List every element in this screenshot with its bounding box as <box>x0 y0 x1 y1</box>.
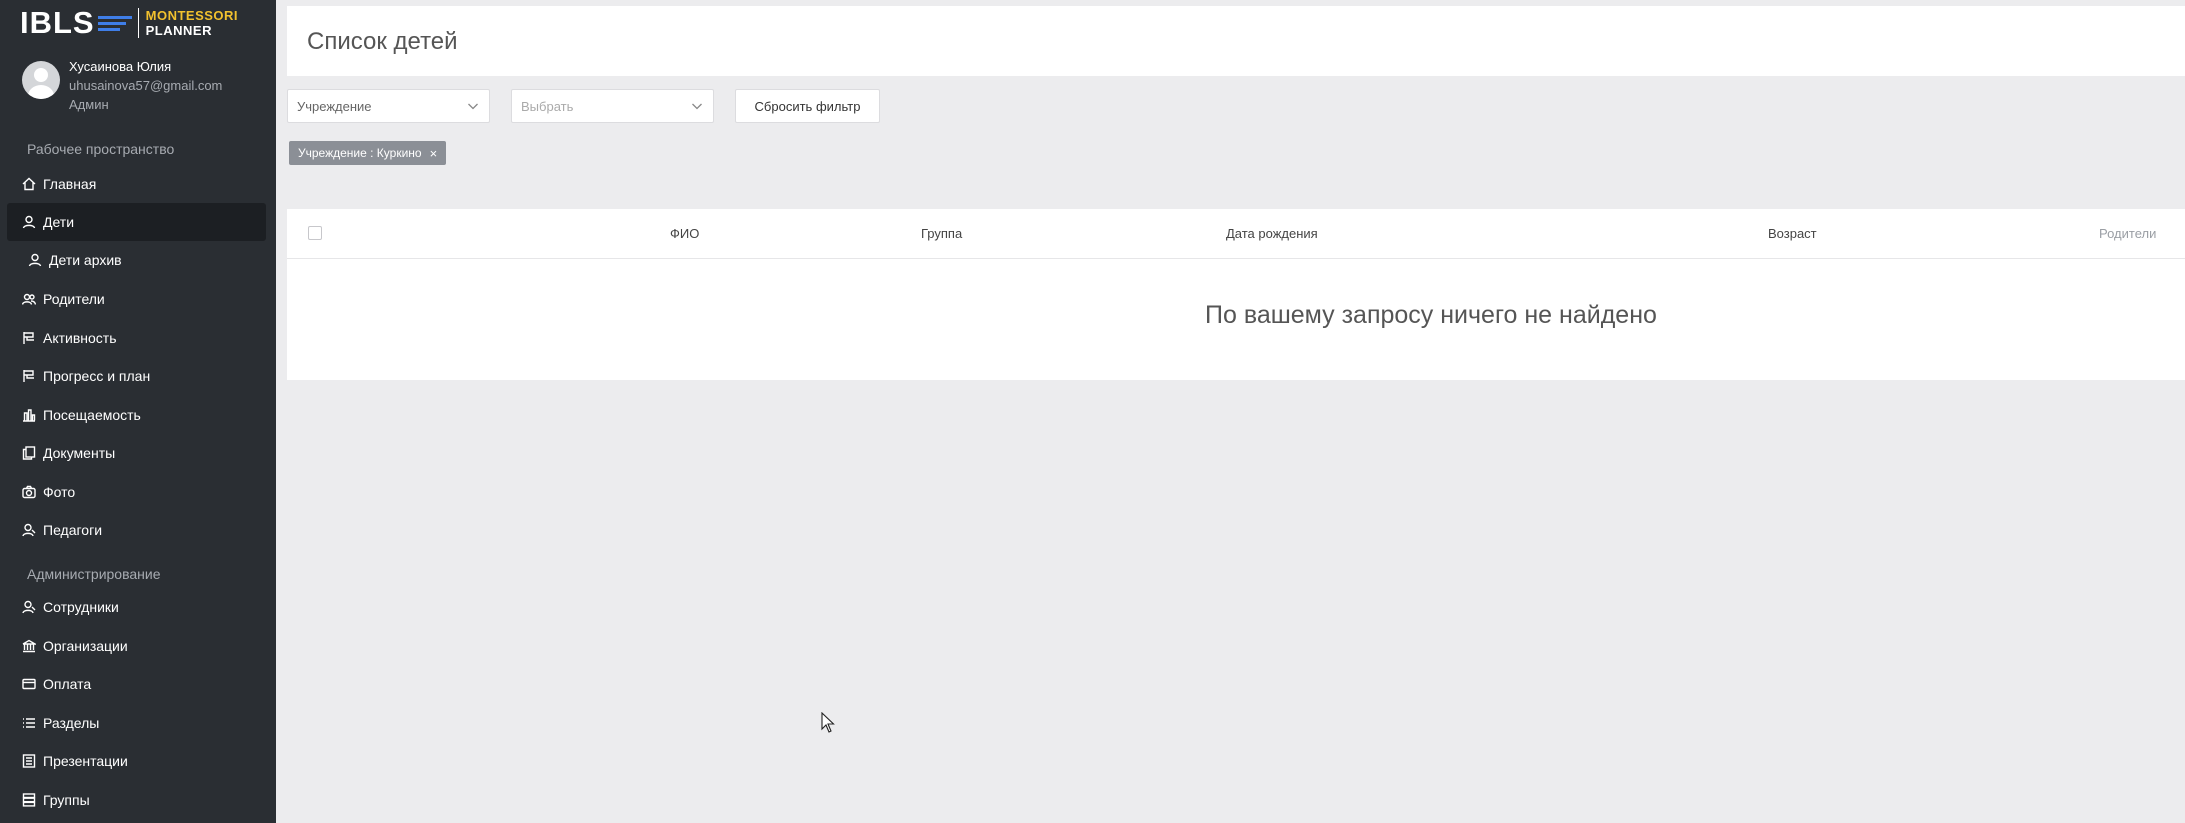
sidebar-item-teachers[interactable]: Педагоги <box>7 511 266 549</box>
profile-name: Хусаинова Юлия <box>69 59 172 74</box>
column-header-parents: Родители <box>2099 226 2157 241</box>
children-table: ФИО Группа Дата рождения Возраст Родител… <box>287 209 2185 380</box>
empty-state-message: По вашему запросу ничего не найдено <box>1205 301 1657 329</box>
sidebar-item-label: Презентации <box>43 753 128 769</box>
camera-icon <box>22 485 36 499</box>
teacher-icon <box>22 523 36 537</box>
column-header-age[interactable]: Возраст <box>1768 226 1817 241</box>
sidebar-item-label: Посещаемость <box>43 407 141 423</box>
sidebar-item-sections[interactable]: Разделы <box>7 704 266 742</box>
sidebar-item-label: Главная <box>43 176 97 192</box>
reset-filter-button[interactable]: Сбросить фильтр <box>735 89 880 123</box>
credit-card-icon <box>22 677 36 691</box>
sidebar: IBLS MONTESSORI PLANNER Хусаинова Юлия u… <box>0 0 276 823</box>
sidebar-item-label: Фото <box>43 484 76 500</box>
user-profile[interactable]: Хусаинова Юлия uhusainova57@gmail.com Ад… <box>22 57 222 114</box>
column-header-name[interactable]: ФИО <box>670 226 699 241</box>
sidebar-item-label: Группы <box>43 792 90 808</box>
institution-select-value: Учреждение <box>297 98 372 114</box>
active-filter-tag: Учреждение : Куркино × <box>289 141 447 165</box>
sidebar-item-label: Прогресс и план <box>43 368 151 384</box>
profile-info: Хусаинова Юлия uhusainova57@gmail.com Ад… <box>69 57 222 114</box>
chevron-down-icon <box>691 100 703 112</box>
close-icon[interactable]: × <box>430 146 438 161</box>
sidebar-item-label: Сотрудники <box>43 599 119 615</box>
sidebar-item-documents[interactable]: Документы <box>7 434 266 472</box>
sidebar-item-children-archive[interactable]: Дети архив <box>7 241 266 279</box>
bar-chart-icon <box>22 408 36 422</box>
chevron-down-icon <box>467 100 479 112</box>
logo-text: MONTESSORI PLANNER <box>146 8 238 38</box>
sidebar-item-children[interactable]: Дети <box>7 203 266 241</box>
stack-icon <box>22 793 36 807</box>
sidebar-item-label: Родители <box>43 291 105 307</box>
select-all-checkbox[interactable] <box>308 226 322 240</box>
institution-select[interactable]: Учреждение <box>287 89 490 123</box>
sidebar-item-payment[interactable]: Оплата <box>7 665 266 703</box>
sidebar-item-label: Документы <box>43 445 116 461</box>
sidebar-item-activity[interactable]: Активность <box>7 319 266 357</box>
page-title: Список детей <box>307 28 458 55</box>
staff-icon <box>22 600 36 614</box>
sidebar-item-staff[interactable]: Сотрудники <box>7 588 266 626</box>
home-icon <box>22 177 36 191</box>
sidebar-item-organizations[interactable]: Организации <box>7 627 266 665</box>
users-icon <box>22 292 36 306</box>
sidebar-item-label: Оплата <box>43 676 92 692</box>
sidebar-item-home[interactable]: Главная <box>7 165 266 203</box>
logo-line2: PLANNER <box>145 23 212 38</box>
workspace-section-title: Рабочее пространство <box>27 141 175 157</box>
user-icon <box>28 253 42 267</box>
active-filter-tag-label: Учреждение : Куркино <box>298 146 422 160</box>
sidebar-item-groups[interactable]: Группы <box>7 781 266 819</box>
document-icon <box>22 446 36 460</box>
presentation-icon <box>22 754 36 768</box>
flag-icon <box>22 369 36 383</box>
profile-role: Админ <box>69 97 109 112</box>
avatar[interactable] <box>22 61 60 99</box>
sidebar-item-progress[interactable]: Прогресс и план <box>7 357 266 395</box>
table-header: ФИО Группа Дата рождения Возраст Родител… <box>287 209 2185 259</box>
user-icon <box>22 215 36 229</box>
sidebar-item-label: Организации <box>43 638 128 654</box>
logo-wordmark: IBLS <box>20 5 95 40</box>
choose-select[interactable]: Выбрать <box>511 89 714 123</box>
building-icon <box>22 639 36 653</box>
logo-lines-icon <box>97 15 132 31</box>
sidebar-item-presentations[interactable]: Презентации <box>7 742 266 780</box>
admin-section-title: Администрирование <box>27 566 161 582</box>
choose-select-placeholder: Выбрать <box>521 98 574 114</box>
page-header: Список детей <box>287 6 2185 76</box>
logo-divider <box>137 8 139 38</box>
column-header-group[interactable]: Группа <box>921 226 962 241</box>
sidebar-item-parents[interactable]: Родители <box>7 280 266 318</box>
sidebar-item-photo[interactable]: Фото <box>7 473 266 511</box>
list-icon <box>22 716 36 730</box>
sidebar-item-label: Разделы <box>43 715 100 731</box>
mouse-cursor-icon <box>821 712 835 733</box>
sidebar-item-label: Дети <box>43 214 75 230</box>
profile-email: uhusainova57@gmail.com <box>69 78 223 93</box>
sidebar-item-attendance[interactable]: Посещаемость <box>7 396 266 434</box>
ibls-logo[interactable]: IBLS MONTESSORI PLANNER <box>20 6 238 40</box>
sidebar-item-label: Дети архив <box>49 252 122 268</box>
sidebar-item-label: Педагоги <box>43 522 103 538</box>
sidebar-item-label: Активность <box>43 330 117 346</box>
logo-line1: MONTESSORI <box>145 8 239 23</box>
flag-icon <box>22 331 36 345</box>
column-header-birthdate[interactable]: Дата рождения <box>1226 226 1318 241</box>
